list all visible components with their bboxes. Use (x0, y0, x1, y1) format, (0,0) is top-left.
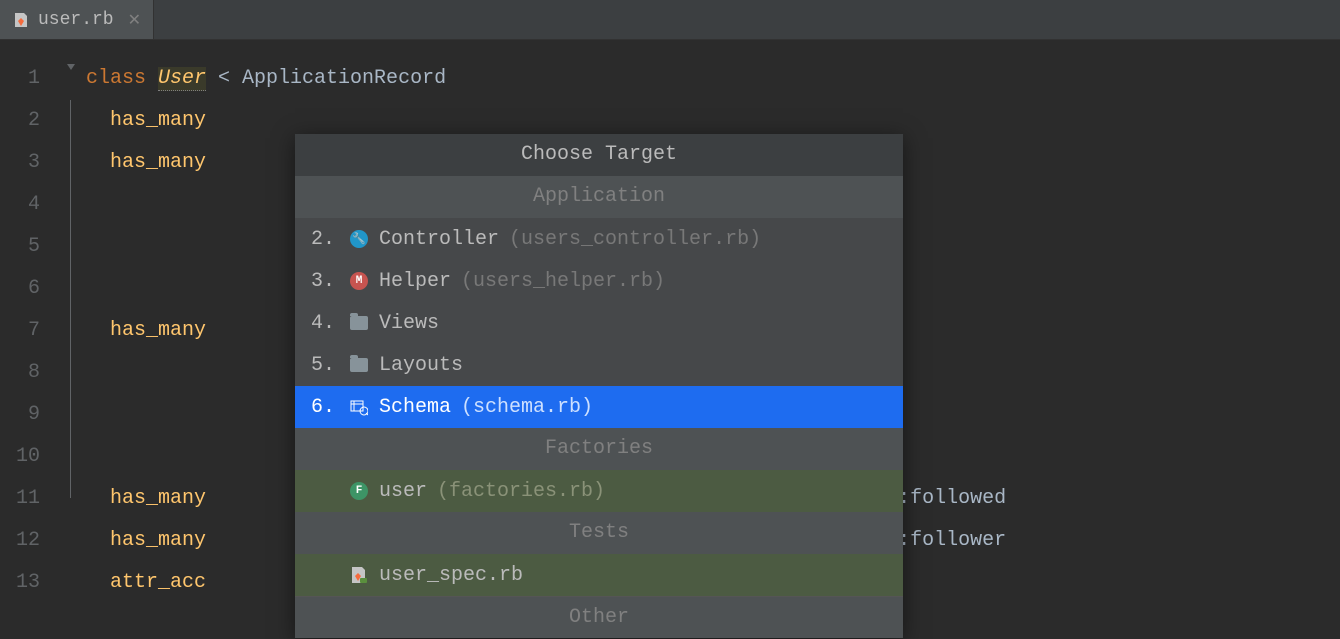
popup-title: Choose Target (295, 134, 903, 176)
fold-guide (70, 100, 71, 498)
popup-item-user-spec[interactable]: user_spec.rb (295, 554, 903, 596)
ruby-file-icon (12, 11, 30, 29)
folder-icon (349, 313, 369, 333)
popup-item-views[interactable]: 4. Views (295, 302, 903, 344)
ruby-file-icon (349, 565, 369, 585)
line-number: 1 (0, 58, 62, 100)
factory-icon: F (349, 481, 369, 501)
code-line: class User < ApplicationRecord (86, 58, 1340, 100)
line-number: 2 (0, 100, 62, 142)
folder-icon (349, 355, 369, 375)
popup-section-application: Application (295, 176, 903, 218)
editor: 1 2 3 4 5 6 7 8 9 10 11 12 13 class User… (0, 40, 1340, 600)
line-number: 7 (0, 310, 62, 352)
line-number: 6 (0, 268, 62, 310)
line-number: 8 (0, 352, 62, 394)
popup-item-helper[interactable]: 3. M Helper (users_helper.rb) (295, 260, 903, 302)
controller-icon: 🔧 (349, 229, 369, 249)
schema-icon (349, 397, 369, 417)
collapse-icon[interactable] (64, 58, 78, 81)
gutter: 1 2 3 4 5 6 7 8 9 10 11 12 13 (0, 40, 62, 600)
line-number: 4 (0, 184, 62, 226)
file-tab[interactable]: user.rb ✕ (0, 0, 154, 39)
popup-section-tests: Tests (295, 512, 903, 554)
fold-column (62, 40, 86, 600)
line-number: 10 (0, 436, 62, 478)
line-number: 12 (0, 520, 62, 562)
tab-bar: user.rb ✕ (0, 0, 1340, 40)
line-number: 13 (0, 562, 62, 604)
line-number: 3 (0, 142, 62, 184)
helper-icon: M (349, 271, 369, 291)
popup-item-user-factory[interactable]: F user (factories.rb) (295, 470, 903, 512)
popup-section-other: Other (295, 596, 903, 638)
popup-item-schema[interactable]: 6. Schema (schema.rb) (295, 386, 903, 428)
line-number: 9 (0, 394, 62, 436)
close-icon[interactable]: ✕ (128, 10, 141, 30)
tab-filename: user.rb (38, 10, 114, 30)
popup-section-factories: Factories (295, 428, 903, 470)
line-number: 5 (0, 226, 62, 268)
popup-item-layouts[interactable]: 5. Layouts (295, 344, 903, 386)
line-number: 11 (0, 478, 62, 520)
popup-item-controller[interactable]: 2. 🔧 Controller (users_controller.rb) (295, 218, 903, 260)
choose-target-popup: Choose Target Application 2. 🔧 Controlle… (295, 134, 903, 638)
